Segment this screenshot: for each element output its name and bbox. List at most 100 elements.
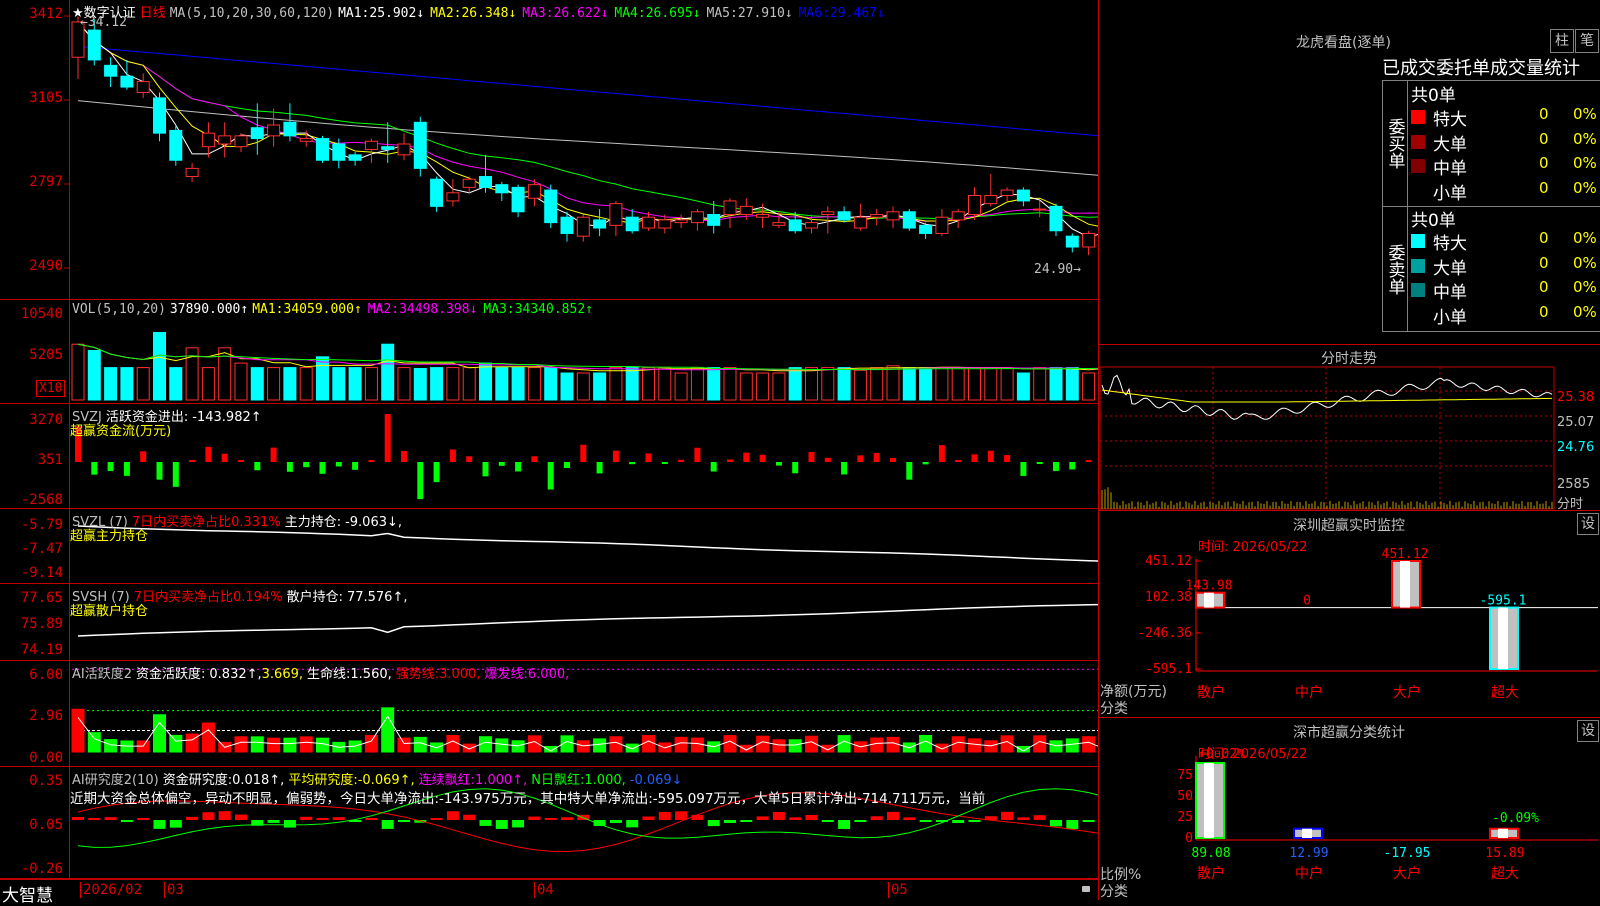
- monitor-bar-label: -595.1: [1480, 594, 1527, 609]
- research-bar: [72, 817, 84, 820]
- svzl-label: 主力持仓:: [284, 515, 342, 530]
- classify-top-label: -0.09%: [1492, 811, 1539, 826]
- order-size-name: 大单: [1433, 134, 1467, 155]
- volume-bar: [984, 367, 998, 401]
- svzl-panel[interactable]: -5.79 -7.47 -9.14 SVZL (7) 7日内买卖净占比0.331%…: [0, 509, 1098, 584]
- volume-bar: [495, 367, 509, 401]
- candle: [495, 184, 509, 194]
- order-color-swatch: [1411, 110, 1425, 124]
- order-count: 0: [1539, 154, 1549, 172]
- candle: [430, 178, 444, 207]
- candle: [413, 121, 427, 169]
- flow-bar: [661, 462, 668, 464]
- activity-bar: [1065, 738, 1079, 753]
- volume-bar: [364, 367, 378, 401]
- volume-bar: [772, 372, 786, 401]
- monitor-bar-label: 451.12: [1382, 547, 1429, 562]
- research-bar: [887, 811, 899, 820]
- volume-bar: [1033, 367, 1047, 401]
- kline-panel[interactable]: 3412 3105 2797 2490 ★数字认证 日线 MA(5,10,20,30…: [0, 0, 1098, 300]
- research-bar: [104, 817, 117, 820]
- ma-label-6: MA6:: [798, 6, 830, 21]
- flow-bar: [107, 462, 114, 472]
- research-bar: [658, 812, 671, 820]
- candle: [120, 75, 134, 88]
- order-color-swatch: [1411, 159, 1425, 173]
- research-bar: [120, 820, 133, 822]
- intraday-panel[interactable]: 分时走势 25.38 25.07 24.76 2585 分时: [1098, 345, 1600, 512]
- lock-icon[interactable]: [1082, 886, 1090, 892]
- monitor-bar-label: 143.98: [1186, 579, 1233, 594]
- flow-bar: [270, 447, 277, 462]
- research-bar: [186, 816, 199, 820]
- flow-bar: [890, 457, 896, 462]
- flow-bar: [91, 462, 98, 475]
- monitor-panel[interactable]: 深圳超赢实时监控 设 时间: 2026/05/22 451.12 102.38 -2…: [1098, 511, 1600, 718]
- volume-bar: [674, 372, 688, 401]
- candle: [364, 140, 378, 150]
- monitor-chart: 451.12102.38-246.36-595.1143.98散户0中户451.…: [1137, 547, 1598, 701]
- activity-bar: [104, 739, 118, 753]
- activity-bar: [299, 736, 313, 753]
- activity-bar: [788, 739, 802, 753]
- research-bar: [137, 818, 150, 820]
- order-count: 0: [1539, 129, 1549, 148]
- ai-activity-v1: 0.832↑,: [209, 667, 262, 682]
- volume-bar: [544, 367, 558, 401]
- tick-view-button[interactable]: 笔: [1575, 29, 1599, 53]
- research-bar: [952, 820, 965, 823]
- classify-y-tick: 75: [1177, 768, 1193, 783]
- flow-bar: [156, 462, 163, 480]
- volume-bar: [283, 367, 297, 401]
- volume-bar: [805, 367, 818, 401]
- flow-bar: [629, 462, 636, 465]
- volume-bar: [332, 367, 346, 401]
- volume-bar: [1065, 367, 1079, 401]
- ai-research-panel[interactable]: 0.35 0.05 -0.26 AI研究度2(10) 资金研究度:0.018↑, 平…: [0, 767, 1098, 879]
- research-bar: [495, 820, 508, 829]
- flow-bar: [645, 453, 652, 462]
- volume-bar: [1049, 367, 1063, 401]
- order-size-name: 特大: [1433, 234, 1467, 254]
- monitor-y-tick: 451.12: [1145, 554, 1192, 569]
- research-bar: [446, 811, 459, 820]
- flow-bar: [580, 444, 587, 462]
- flow-bar: [482, 462, 489, 477]
- classify-xlabel: 分类: [1100, 884, 1128, 900]
- life-line-label: 生命线:: [307, 667, 351, 682]
- svzj-panel[interactable]: 3270 351 -2568 SVZJ 活跃资金进出: -143.982↑ 超赢资金…: [0, 404, 1098, 509]
- candle: [511, 186, 525, 213]
- retail-holding-line: [77, 603, 1098, 637]
- candle: [332, 143, 346, 161]
- activity-bar: [886, 736, 900, 753]
- classify-panel[interactable]: 深市超赢分类统计 设 时间: 2026/05/22 75 50 25 0 89.08 散户…: [1098, 718, 1600, 900]
- volume-bar: [527, 367, 541, 401]
- flow-bar: [678, 459, 685, 462]
- classify-top-label: +0.02%: [1198, 747, 1245, 762]
- activity-bar: [169, 734, 183, 753]
- dragon-panel[interactable]: 龙虎看盘(逐单) 柱 笔 已成交委托单成交量统计 委买单 共0单 特大 0 0% 大单…: [1098, 0, 1600, 345]
- candle: [218, 135, 232, 145]
- volume-panel[interactable]: 10540 5205 X10 VOL(5,10,20) 37890.000↑ MA1…: [0, 300, 1098, 404]
- life-line-value: 1.560,: [350, 667, 392, 682]
- candle: [886, 211, 900, 221]
- activity-bar: [870, 737, 884, 753]
- candle: [1049, 205, 1063, 232]
- flow-bar: [759, 454, 766, 462]
- research-bar: [1066, 820, 1079, 829]
- classify-bar-value: 12.99: [1289, 846, 1328, 861]
- svsh-panel[interactable]: 77.65 75.89 74.19 SVSH (7) 7日内买卖净占比0.194%…: [0, 584, 1098, 661]
- activity-bar: [739, 744, 753, 753]
- classify-bar-value: 15.89: [1485, 846, 1524, 861]
- flow-bar: [971, 454, 978, 462]
- bar-view-button[interactable]: 柱: [1550, 29, 1574, 53]
- order-percent: 0%: [1573, 302, 1597, 321]
- research-bar: [789, 817, 802, 820]
- research-bar: [300, 816, 313, 820]
- volume-ma-values: MA1:34059.000↑ MA2:34498.398↓ MA3:34340.85…: [252, 302, 599, 317]
- ai-activity-panel[interactable]: 6.00 2.96 0.00 AI活跃度2 资金活跃度: 0.832↑,3.669,…: [0, 661, 1098, 767]
- candle: [446, 192, 460, 202]
- candle: [984, 195, 998, 205]
- consecutive-red-value: 1.000↑,: [475, 773, 528, 788]
- period-label[interactable]: 日线: [140, 6, 166, 21]
